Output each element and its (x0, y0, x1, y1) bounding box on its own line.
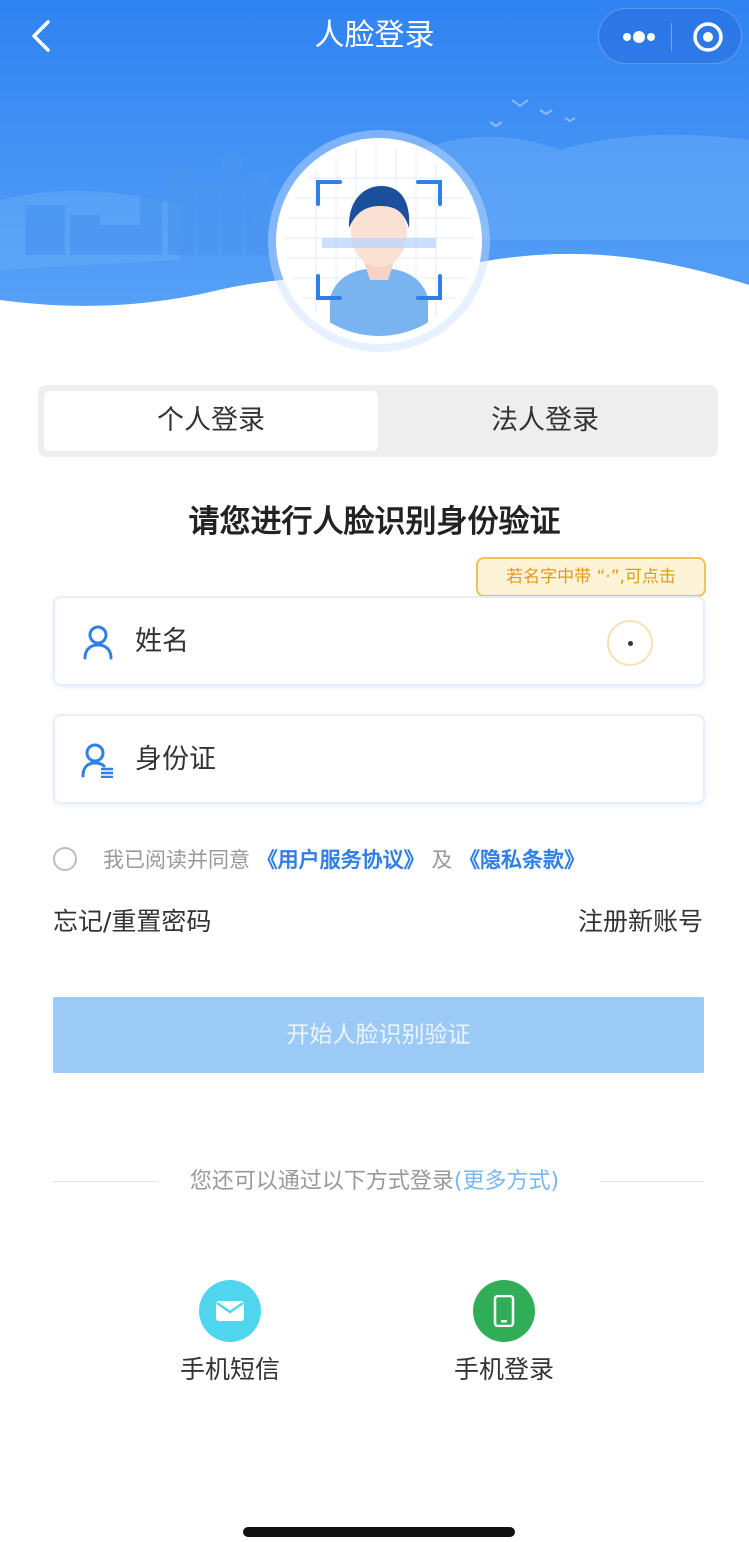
miniprogram-capsule (598, 8, 742, 64)
other-login-methods-text: 您还可以通过以下方式登录(更多方式) (0, 1163, 749, 1201)
mobile-phone-icon (493, 1295, 515, 1327)
privacy-policy-link[interactable]: 《隐私条款》 (459, 848, 585, 872)
phone-login-label: 手机登录 (453, 1355, 554, 1384)
user-id-icon (81, 743, 113, 778)
tab-personal-login[interactable]: 个人登录 (44, 391, 378, 451)
verification-heading: 请您进行人脸识别身份验证 (188, 504, 561, 540)
agreement-and: 及 (431, 848, 453, 872)
sms-login-label: 手机短信 (179, 1355, 280, 1384)
user-icon (83, 625, 113, 660)
insert-middle-dot-button[interactable] (607, 620, 653, 666)
face-avatar (276, 138, 482, 344)
capsule-divider (671, 23, 672, 51)
other-login-label: 您还可以通过以下方式登录 (189, 1169, 454, 1194)
home-indicator[interactable] (243, 1527, 515, 1537)
more-button[interactable] (613, 17, 665, 57)
envelope-icon (216, 1301, 244, 1321)
login-type-tabs: 个人登录 法人登录 (38, 385, 718, 457)
phone-login-option[interactable]: 手机登录 (434, 1280, 574, 1386)
agreement-prefix: 我已阅读并同意 (103, 848, 250, 872)
sms-icon-circle (199, 1280, 261, 1342)
id-placeholder: 身份证 (135, 744, 216, 775)
agreement-text: 我已阅读并同意 《用户服务协议》 及 《隐私条款》 (103, 842, 585, 878)
agreement-checkbox[interactable] (53, 847, 77, 871)
register-account-link[interactable]: 注册新账号 (578, 902, 703, 942)
target-circle-icon (693, 22, 723, 52)
sms-login-option[interactable]: 手机短信 (160, 1280, 300, 1386)
tab-legal-person-login[interactable]: 法人登录 (378, 391, 712, 451)
phone-icon-circle (473, 1280, 535, 1342)
name-field[interactable]: 姓名 (53, 596, 705, 686)
id-card-field[interactable]: 身份证 (53, 714, 705, 804)
middle-dot-icon (628, 641, 633, 646)
start-face-verification-button[interactable]: 开始人脸识别验证 (53, 997, 704, 1073)
close-miniprogram-button[interactable] (685, 17, 731, 57)
name-placeholder: 姓名 (135, 626, 189, 657)
face-scan-icon (284, 146, 474, 336)
more-methods-link[interactable]: (更多方式) (454, 1169, 559, 1194)
more-dots-icon (623, 31, 655, 43)
user-agreement-link[interactable]: 《用户服务协议》 (257, 848, 425, 872)
forgot-password-link[interactable]: 忘记/重置密码 (53, 902, 211, 942)
hero-header: 人脸登录 (0, 0, 749, 344)
middle-dot-tooltip: 若名字中带 “·”,可点击 (476, 557, 706, 597)
